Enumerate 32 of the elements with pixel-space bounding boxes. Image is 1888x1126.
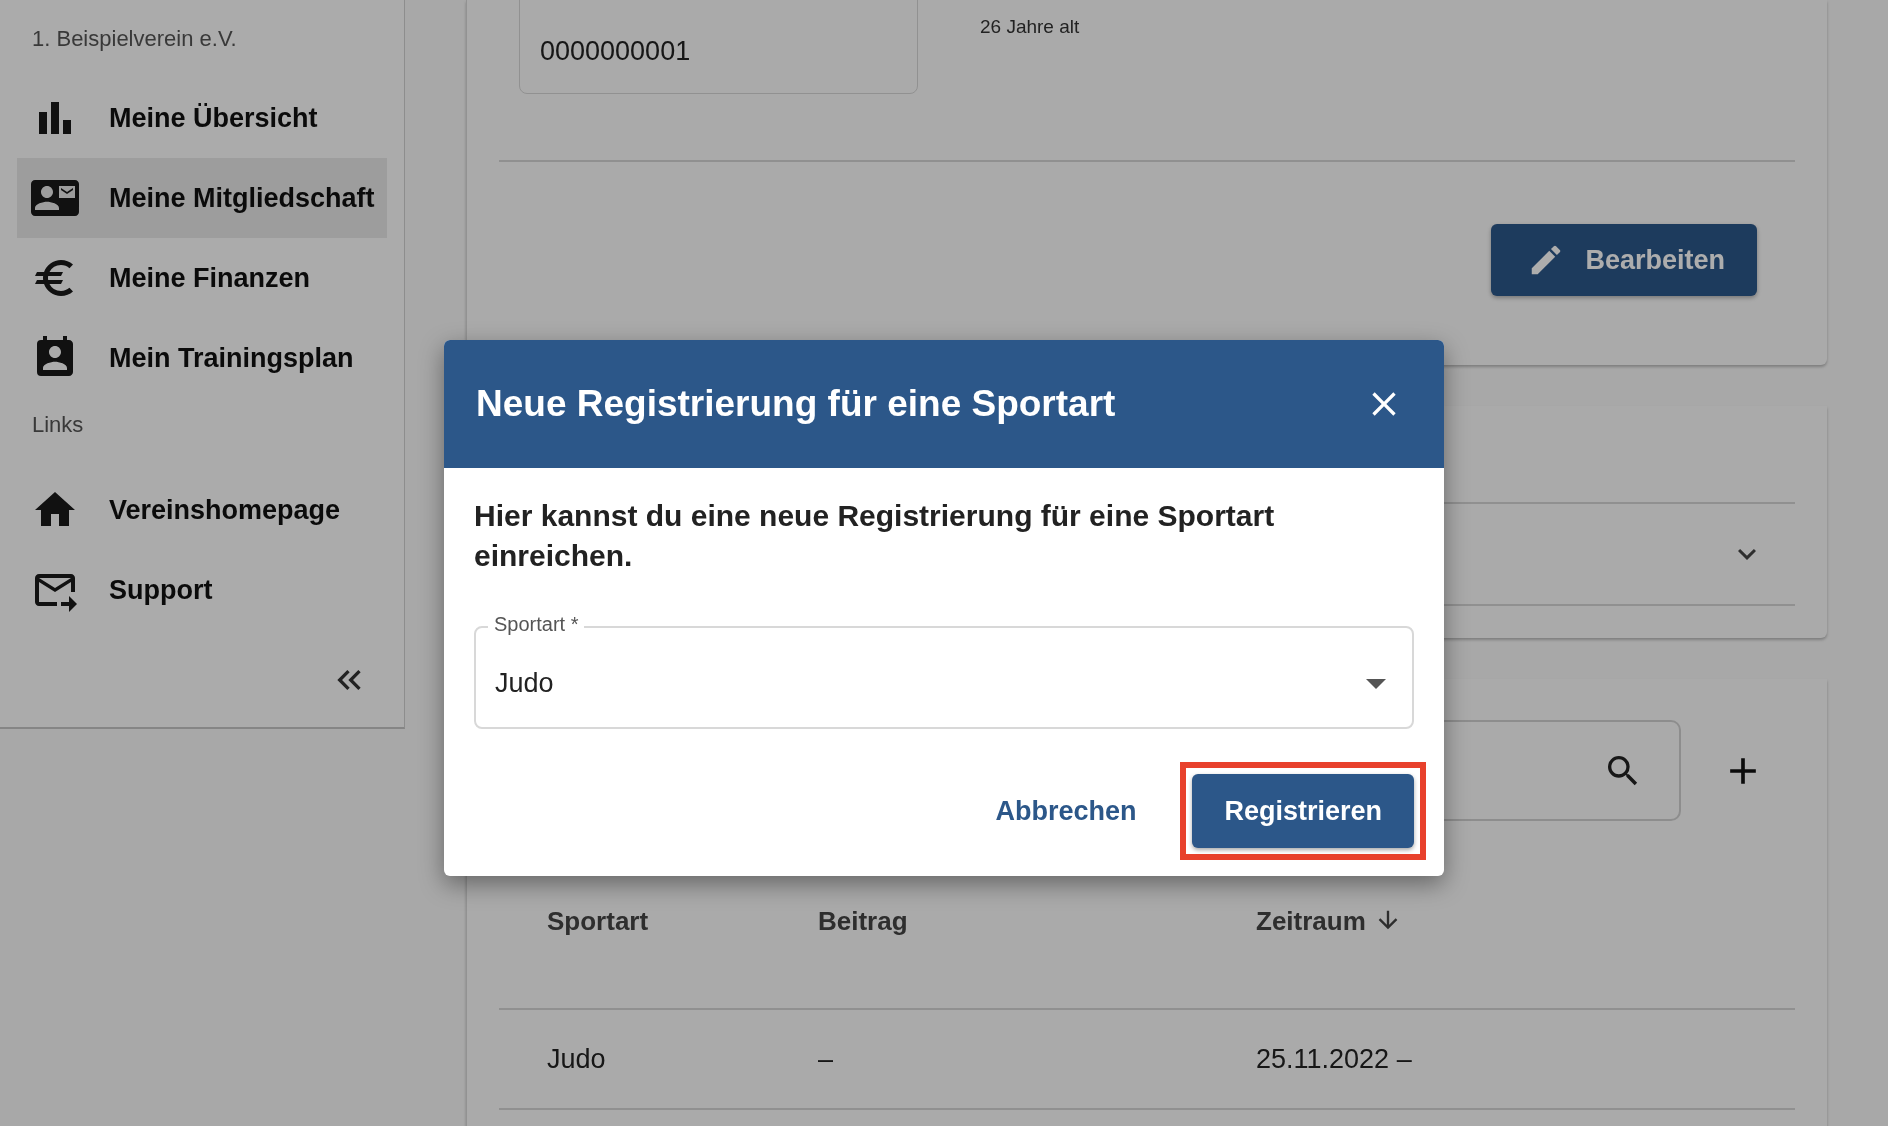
table-cell-text: Judo — [547, 1043, 607, 1075]
table-cell-text: – — [818, 1043, 835, 1075]
column-header[interactable]: Beitrag — [818, 906, 1256, 1008]
column-header[interactable]: Sportart — [547, 906, 818, 1008]
dialog-text: Hier kannst du eine neue Registrierung für eine Sportart einreichen. — [473, 498, 1276, 574]
header-label: Zeitraum — [1256, 906, 1366, 937]
edit-button[interactable]: Bearbeiten — [1491, 224, 1757, 296]
table-cell-text: 25.11.2022 – — [1256, 1043, 1413, 1075]
nav-label: Mein Trainingsplan — [109, 342, 354, 374]
nav-link[interactable]: Support — [17, 550, 387, 630]
nav-item[interactable]: Meine Übersicht — [17, 78, 387, 158]
section-heading: Links — [31, 411, 85, 439]
nav-item[interactable]: Meine Finanzen — [17, 238, 387, 318]
nav-item[interactable]: Mein Trainingsplan — [17, 318, 387, 398]
header-label: Beitrag — [818, 906, 908, 937]
nav-item[interactable]: Meine Mitgliedschaft — [17, 158, 387, 238]
nav-link[interactable]: Vereinshomepage — [17, 470, 387, 550]
dropdown-icon — [1366, 678, 1386, 689]
nav-label: Vereinshomepage — [109, 494, 341, 526]
register-button[interactable]: Registrieren — [1192, 774, 1414, 848]
nav-label: Meine Übersicht — [109, 102, 318, 134]
field-value: Judo — [495, 668, 554, 699]
header-label: Sportart — [547, 906, 649, 937]
dialog-title: Neue Registrierung für eine Sportart — [476, 383, 1116, 425]
nav-label: Meine Mitgliedschaft — [109, 182, 375, 214]
nav-label: Support — [109, 574, 213, 606]
club-name: 1. Beispielverein e.V. — [31, 25, 238, 53]
member-number-field[interactable]: 0000000001 — [519, 0, 918, 94]
cancel-button[interactable]: Abbrechen — [985, 774, 1147, 848]
nav-label: Meine Finanzen — [109, 262, 311, 294]
age-text: 26 Jahre alt — [980, 15, 1080, 39]
column-header[interactable]: Zeitraum — [1256, 906, 1795, 1008]
